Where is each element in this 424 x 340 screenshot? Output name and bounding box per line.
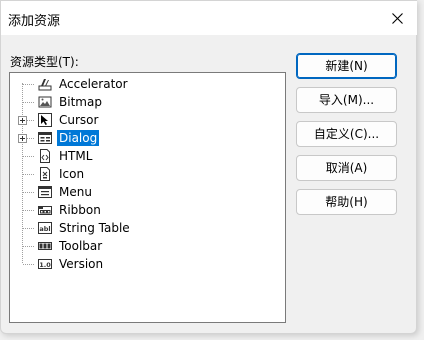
- tree-item-label: Bitmap: [59, 95, 102, 109]
- import-button[interactable]: 导入(M)...: [296, 87, 397, 113]
- string-table-icon: abl: [38, 222, 52, 234]
- close-icon: [391, 12, 403, 24]
- dialog-title: 添加资源: [8, 14, 61, 29]
- expand-icon[interactable]: [18, 134, 27, 143]
- close-button[interactable]: [377, 1, 417, 35]
- tree-item-accelerator[interactable]: Accelerator: [10, 75, 285, 93]
- svg-text:abl: abl: [39, 225, 50, 233]
- tree-item-label: Toolbar: [59, 239, 103, 253]
- tree-item-label: String Table: [59, 221, 130, 235]
- ribbon-icon: [38, 206, 52, 215]
- tree-item-label: Cursor: [59, 113, 99, 127]
- toolbar-icon: [38, 242, 52, 250]
- tree-item-html[interactable]: HTML: [10, 147, 285, 165]
- tree-item-ribbon[interactable]: Ribbon: [10, 201, 285, 219]
- resource-type-label: 资源类型(T):: [10, 55, 79, 69]
- add-resource-dialog: 添加资源 资源类型(T): Accelerator Bitmap Cursor …: [0, 0, 417, 334]
- cancel-button[interactable]: 取消(A): [296, 155, 397, 181]
- help-button[interactable]: 帮助(H): [296, 189, 397, 215]
- menu-icon: [38, 186, 52, 198]
- tree-item-bitmap[interactable]: Bitmap: [10, 93, 285, 111]
- tree-item-icon[interactable]: Icon: [10, 165, 285, 183]
- title-bar: 添加资源: [1, 1, 417, 35]
- tree-item-label: Accelerator: [59, 77, 128, 91]
- icon-resource-icon: [40, 167, 50, 181]
- tree-item-label: HTML: [59, 149, 93, 163]
- tree-item-menu[interactable]: Menu: [10, 183, 285, 201]
- tree-item-toolbar[interactable]: Toolbar: [10, 237, 285, 255]
- svg-text:1.0: 1.0: [39, 261, 51, 269]
- html-icon: [40, 149, 50, 163]
- new-button[interactable]: 新建(N): [296, 53, 397, 79]
- tree-item-dialog[interactable]: Dialog: [10, 129, 285, 147]
- resource-type-tree[interactable]: Accelerator Bitmap Cursor Dialog HTML Ic…: [9, 72, 286, 323]
- accelerator-icon: [38, 79, 52, 91]
- dialog-icon: [38, 132, 52, 144]
- tree-item-version[interactable]: 1.0 Version: [10, 255, 285, 273]
- tree-item-label: Dialog: [57, 130, 100, 146]
- tree-item-cursor[interactable]: Cursor: [10, 111, 285, 129]
- tree-item-label: Menu: [59, 185, 92, 199]
- tree-item-label: Icon: [59, 167, 85, 181]
- version-icon: 1.0: [38, 259, 52, 269]
- expand-icon[interactable]: [18, 116, 27, 125]
- tree-item-label: Ribbon: [59, 203, 101, 217]
- tree-item-label: Version: [59, 257, 104, 271]
- tree-item-string-table[interactable]: abl String Table: [10, 219, 285, 237]
- bitmap-icon: [38, 96, 52, 108]
- custom-button[interactable]: 自定义(C)...: [296, 121, 397, 147]
- cursor-icon: [38, 113, 52, 127]
